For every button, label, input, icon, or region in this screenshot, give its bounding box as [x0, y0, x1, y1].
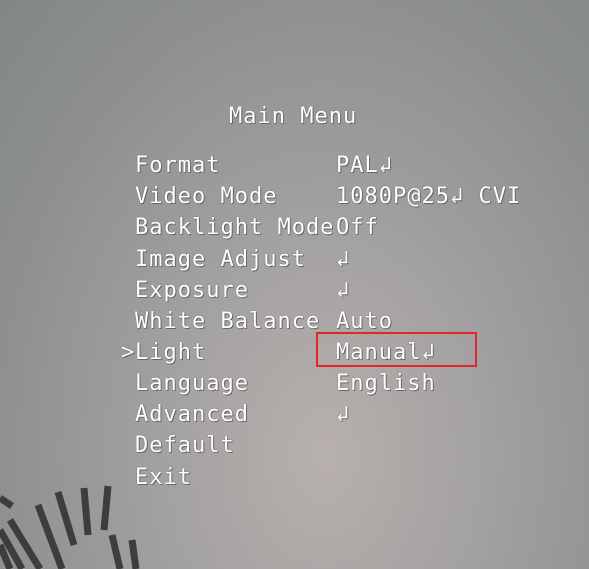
menu-item-value: ↲: [336, 278, 351, 303]
osd-main-menu: Main Menu Format PAL↲ Video Mode 1080P@2…: [0, 0, 589, 569]
menu-item-value: Auto: [336, 309, 393, 334]
menu-item-language[interactable]: Language English: [0, 371, 589, 399]
menu-item-label: White Balance: [135, 309, 321, 334]
menu-item-label: Backlight Mode: [135, 215, 335, 240]
menu-item-exit[interactable]: Exit: [0, 465, 589, 493]
menu-item-advanced[interactable]: Advanced ↲: [0, 402, 589, 430]
menu-item-label: Exposure: [135, 278, 249, 303]
menu-item-label: Image Adjust: [135, 247, 306, 272]
menu-item-white-balance[interactable]: White Balance Auto: [0, 309, 589, 337]
menu-item-video-mode[interactable]: Video Mode 1080P@25↲ CVI: [0, 184, 589, 212]
menu-item-value: 1080P@25↲ CVI: [336, 184, 522, 209]
menu-item-light[interactable]: > Light Manual↲: [0, 340, 589, 368]
menu-item-label: Video Mode: [135, 184, 278, 209]
menu-item-label: Light: [135, 340, 207, 365]
menu-title: Main Menu: [229, 104, 358, 129]
menu-item-label: Format: [135, 153, 221, 178]
menu-item-exposure[interactable]: Exposure ↲: [0, 278, 589, 306]
menu-item-label: Advanced: [135, 402, 249, 427]
selection-cursor: >: [121, 340, 136, 365]
menu-item-label: Exit: [135, 465, 192, 490]
menu-item-value: ↲: [336, 247, 351, 272]
menu-item-format[interactable]: Format PAL↲: [0, 153, 589, 181]
highlight-box: [316, 332, 477, 367]
menu-item-value: ↲: [336, 402, 351, 427]
menu-item-value: English: [336, 371, 436, 396]
menu-item-value: Off: [336, 215, 379, 240]
menu-item-default[interactable]: Default: [0, 433, 589, 461]
menu-item-backlight-mode[interactable]: Backlight Mode Off: [0, 215, 589, 243]
menu-item-value: PAL↲: [336, 153, 393, 178]
menu-item-image-adjust[interactable]: Image Adjust ↲: [0, 247, 589, 275]
menu-item-label: Language: [135, 371, 249, 396]
menu-item-label: Default: [135, 433, 235, 458]
